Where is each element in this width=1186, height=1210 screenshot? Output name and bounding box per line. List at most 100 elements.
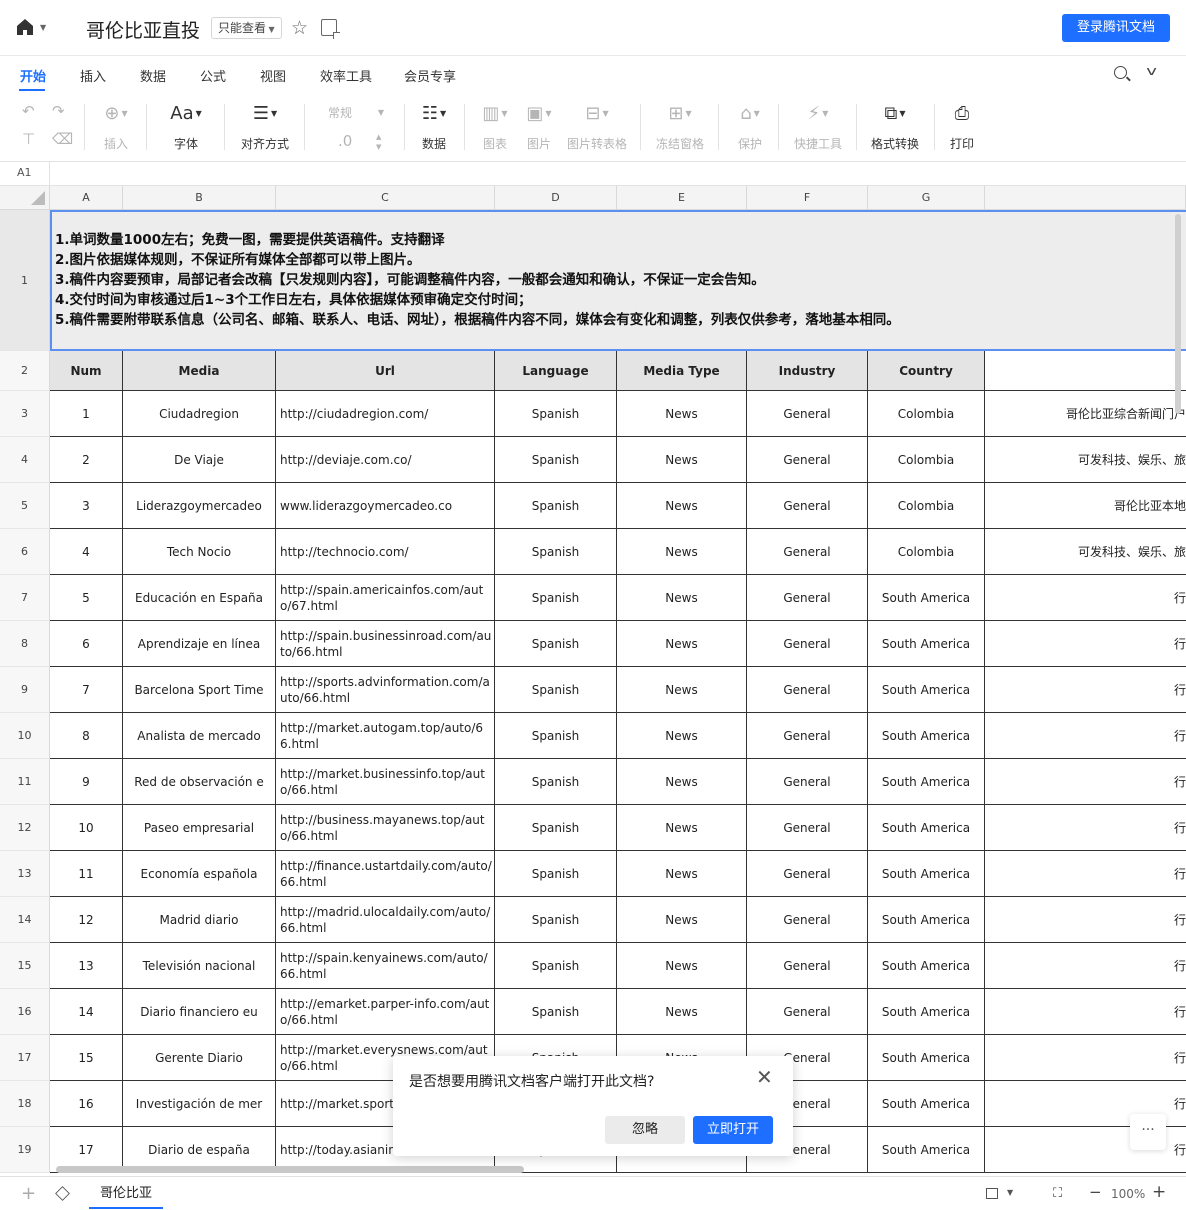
table-cell-country[interactable]: South America bbox=[868, 1035, 985, 1081]
row-header[interactable]: 9 bbox=[0, 667, 50, 713]
table-cell-url[interactable]: www.liderazgoymercadeo.co bbox=[276, 483, 495, 529]
table-cell-country[interactable]: Colombia bbox=[868, 437, 985, 483]
table-cell-country[interactable]: Colombia bbox=[868, 391, 985, 437]
table-cell-media[interactable]: Aprendizaje en línea bbox=[123, 621, 276, 667]
star-icon[interactable]: ☆ bbox=[291, 18, 308, 38]
table-cell-type[interactable]: News bbox=[617, 759, 747, 805]
format-painter-icon[interactable]: ⊤ bbox=[22, 130, 35, 148]
table-cell-country[interactable]: South America bbox=[868, 713, 985, 759]
table-cell-language[interactable]: Spanish bbox=[495, 437, 617, 483]
tab-start[interactable]: 开始 bbox=[20, 66, 46, 85]
table-cell-num[interactable]: 7 bbox=[50, 667, 123, 713]
table-cell-country[interactable]: South America bbox=[868, 851, 985, 897]
layers-icon[interactable] bbox=[55, 1186, 70, 1201]
print-button[interactable]: ⎙ 打印 bbox=[948, 102, 976, 152]
table-cell-media[interactable]: Investigación de mer bbox=[123, 1081, 276, 1127]
chevron-down-icon[interactable]: v bbox=[1146, 64, 1157, 78]
row-header[interactable]: 7 bbox=[0, 575, 50, 621]
chart-button[interactable]: ▥ ▼ 图表 bbox=[478, 102, 512, 152]
table-cell-industry[interactable]: General bbox=[747, 621, 868, 667]
tab-formula[interactable]: 公式 bbox=[200, 66, 226, 85]
table-cell-url[interactable]: http://spain.americainfos.com/auto/67.ht… bbox=[276, 575, 495, 621]
table-cell-industry[interactable]: General bbox=[747, 759, 868, 805]
table-cell-url[interactable]: http://spain.kenyainews.com/auto/66.html bbox=[276, 943, 495, 989]
close-icon[interactable]: ✕ bbox=[756, 1067, 773, 1087]
table-cell-country[interactable]: South America bbox=[868, 943, 985, 989]
column-header[interactable]: A bbox=[50, 186, 123, 210]
table-cell-type[interactable]: News bbox=[617, 667, 747, 713]
table-cell-media[interactable]: Gerente Diario bbox=[123, 1035, 276, 1081]
table-cell-extra[interactable]: 哥伦比亚本地 bbox=[985, 483, 1186, 529]
table-cell-language[interactable]: Spanish bbox=[495, 713, 617, 759]
table-cell-type[interactable]: News bbox=[617, 391, 747, 437]
table-cell-num[interactable]: 12 bbox=[50, 897, 123, 943]
zoom-in-button[interactable]: + bbox=[1152, 1182, 1166, 1202]
vertical-scrollbar[interactable] bbox=[1175, 214, 1181, 414]
table-cell-country[interactable]: South America bbox=[868, 897, 985, 943]
row-header[interactable]: 8 bbox=[0, 621, 50, 667]
table-cell-industry[interactable]: General bbox=[747, 529, 868, 575]
table-cell-type[interactable]: News bbox=[617, 897, 747, 943]
table-cell-language[interactable]: Spanish bbox=[495, 989, 617, 1035]
table-cell-extra[interactable]: 哥伦比亚综合新闻门户 bbox=[985, 391, 1186, 437]
table-cell-industry[interactable]: General bbox=[747, 575, 868, 621]
column-header[interactable]: F bbox=[747, 186, 868, 210]
table-cell-type[interactable]: News bbox=[617, 851, 747, 897]
table-cell-num[interactable]: 6 bbox=[50, 621, 123, 667]
table-cell-country[interactable]: South America bbox=[868, 667, 985, 713]
table-cell-media[interactable]: Educación en España bbox=[123, 575, 276, 621]
freeze-panes-button[interactable]: ⊞ ▼ 冻结窗格 bbox=[654, 102, 706, 152]
row-header[interactable]: 2 bbox=[0, 351, 50, 391]
row-header[interactable]: 11 bbox=[0, 759, 50, 805]
column-header[interactable]: D bbox=[495, 186, 617, 210]
table-cell-extra[interactable]: 行 bbox=[985, 759, 1186, 805]
tab-view[interactable]: 视图 bbox=[260, 66, 286, 85]
undo-icon[interactable]: ↶ bbox=[22, 102, 35, 120]
column-header[interactable]: C bbox=[276, 186, 495, 210]
table-cell-url[interactable]: http://technocio.com/ bbox=[276, 529, 495, 575]
table-cell-type[interactable]: News bbox=[617, 437, 747, 483]
table-cell-type[interactable]: News bbox=[617, 713, 747, 759]
table-cell-industry[interactable]: General bbox=[747, 943, 868, 989]
table-cell-media[interactable]: Barcelona Sport Time bbox=[123, 667, 276, 713]
row-header[interactable]: 13 bbox=[0, 851, 50, 897]
table-cell-num[interactable]: 10 bbox=[50, 805, 123, 851]
row-header[interactable]: 12 bbox=[0, 805, 50, 851]
cell-reference[interactable]: A1 bbox=[17, 166, 32, 179]
chevron-down-icon[interactable]: ▼ bbox=[1007, 1188, 1013, 1197]
table-cell-num[interactable]: 1 bbox=[50, 391, 123, 437]
sheet-tab[interactable]: 哥伦比亚 bbox=[89, 1177, 163, 1209]
table-cell-media[interactable]: Red de observación e bbox=[123, 759, 276, 805]
row-header[interactable]: 10 bbox=[0, 713, 50, 759]
table-cell-media[interactable]: Analista de mercado bbox=[123, 713, 276, 759]
table-cell-media[interactable]: Paseo empresarial bbox=[123, 805, 276, 851]
more-options-icon[interactable]: ··· bbox=[1130, 1114, 1166, 1150]
table-cell-media[interactable]: Economía española bbox=[123, 851, 276, 897]
table-cell-industry[interactable]: General bbox=[747, 851, 868, 897]
font-button[interactable]: Aa ▼ 字体 bbox=[168, 102, 204, 152]
table-cell-language[interactable]: Spanish bbox=[495, 943, 617, 989]
table-cell-language[interactable]: Spanish bbox=[495, 483, 617, 529]
table-cell-language[interactable]: Spanish bbox=[495, 575, 617, 621]
readonly-dropdown[interactable]: 只能查看 ▼ bbox=[211, 17, 282, 39]
table-cell-extra[interactable]: 行 bbox=[985, 575, 1186, 621]
table-cell-url[interactable]: http://finance.ustartdaily.com/auto/66.h… bbox=[276, 851, 495, 897]
tab-member[interactable]: 会员专享 bbox=[404, 66, 456, 85]
table-cell-industry[interactable]: General bbox=[747, 989, 868, 1035]
table-cell-extra[interactable]: 行 bbox=[985, 667, 1186, 713]
table-cell-country[interactable]: South America bbox=[868, 805, 985, 851]
table-cell-type[interactable]: News bbox=[617, 805, 747, 851]
table-cell-country[interactable]: South America bbox=[868, 1081, 985, 1127]
table-cell-extra[interactable]: 行 bbox=[985, 621, 1186, 667]
table-cell-type[interactable]: News bbox=[617, 621, 747, 667]
decimal-stepper[interactable]: ▲ ▼ bbox=[376, 132, 381, 152]
table-cell-media[interactable]: Diario financiero eu bbox=[123, 989, 276, 1035]
insert-button[interactable]: ⊕ ▼ 插入 bbox=[98, 102, 134, 152]
grid-view-icon[interactable] bbox=[986, 1188, 998, 1199]
table-cell-language[interactable]: Spanish bbox=[495, 529, 617, 575]
table-cell-extra[interactable]: 行 bbox=[985, 1035, 1186, 1081]
align-button[interactable]: ☰ ▼ 对齐方式 bbox=[238, 102, 292, 152]
table-cell-country[interactable]: South America bbox=[868, 575, 985, 621]
table-cell-num[interactable]: 9 bbox=[50, 759, 123, 805]
table-cell-language[interactable]: Spanish bbox=[495, 851, 617, 897]
